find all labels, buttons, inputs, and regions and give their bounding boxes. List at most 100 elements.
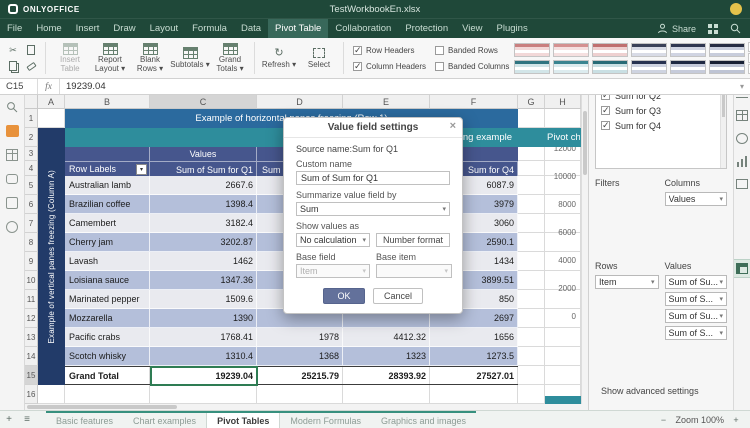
q4-value-cell[interactable]: 1273.5 (430, 347, 518, 366)
row-header[interactable]: 13 (25, 328, 38, 347)
zoom-in-button[interactable]: + (730, 415, 742, 425)
pivot-style-thumbnail[interactable] (592, 60, 628, 74)
copy-style-button[interactable] (24, 60, 38, 73)
row-header[interactable]: 16 (25, 385, 38, 404)
grand-total-q4-cell[interactable]: 27527.01 (430, 367, 518, 384)
support-button[interactable] (6, 220, 19, 233)
user-avatar[interactable] (730, 3, 742, 15)
blank-rows-button[interactable]: Blank Rows ▾ (130, 39, 170, 77)
pivot-values-header-cell[interactable]: Values (150, 147, 257, 161)
pivot-chart-fragment[interactable] (545, 396, 581, 404)
ribbon-tab[interactable]: Draw (106, 19, 142, 38)
select-button[interactable]: Select (299, 39, 339, 77)
values-field-chip[interactable]: Sum of Su... ▾ (665, 309, 728, 323)
subtotals-button[interactable]: Subtotals ▾ (170, 39, 210, 77)
pivot-option-checkbox[interactable]: Banded Columns (435, 60, 509, 73)
row-header[interactable]: 2 (25, 128, 38, 147)
ok-button[interactable]: OK (323, 288, 365, 304)
row-header[interactable]: 15 (25, 366, 38, 385)
row-header[interactable]: 8 (25, 233, 38, 252)
ribbon-tab[interactable]: Pivot Table (268, 19, 328, 38)
pivot-style-thumbnail[interactable] (709, 60, 745, 74)
column-header[interactable]: A (38, 95, 65, 109)
pivot-option-checkbox[interactable]: Column Headers (353, 60, 426, 73)
pivot-style-thumbnail[interactable] (670, 60, 706, 74)
column-header[interactable]: B (65, 95, 150, 109)
pivot-style-thumbnail[interactable] (553, 60, 589, 74)
summarize-by-select[interactable]: Sum ▾ (296, 202, 450, 216)
close-icon[interactable]: × (450, 121, 456, 132)
vertical-scrollbar[interactable] (581, 95, 588, 404)
pivot-style-thumbnail[interactable] (631, 60, 667, 74)
custom-name-input[interactable] (296, 171, 450, 185)
row-header[interactable]: 7 (25, 214, 38, 233)
row-label-cell[interactable]: Camembert (65, 214, 150, 233)
pivot-option-checkbox[interactable]: Banded Rows (435, 44, 509, 57)
q3-value-cell[interactable]: 4412.32 (343, 328, 430, 347)
row-header[interactable]: 4 (25, 161, 38, 176)
grand-total-q2-cell[interactable]: 25215.79 (257, 367, 343, 384)
columns-field-chip[interactable]: Values ▾ (665, 192, 728, 206)
pivot-style-thumbnail[interactable] (709, 43, 745, 57)
sheet-tab[interactable]: Chart examples (123, 413, 206, 428)
image-settings-icon[interactable] (736, 179, 748, 189)
vertical-scrollbar-thumb[interactable] (583, 111, 587, 175)
apps-grid-icon[interactable] (708, 24, 718, 34)
row-labels-header-cell[interactable]: Row Labels ▾ (65, 162, 150, 176)
ribbon-tab[interactable]: Layout (143, 19, 186, 38)
insert-function-button[interactable]: fx (38, 79, 60, 94)
ribbon-tab[interactable]: View (455, 19, 489, 38)
q1-value-cell[interactable]: 3182.4 (150, 214, 257, 233)
ribbon-tab[interactable]: Formula (185, 19, 234, 38)
row-label-cell[interactable]: Loisiana sauce (65, 271, 150, 290)
shape-settings-icon[interactable] (736, 133, 748, 144)
ribbon-tab[interactable]: Collaboration (328, 19, 398, 38)
chat-button[interactable] (6, 172, 19, 185)
sheet-tab[interactable]: Modern Formulas (280, 413, 371, 428)
zoom-out-button[interactable]: − (657, 415, 669, 425)
column-header[interactable]: E (343, 95, 430, 109)
add-sheet-button[interactable]: + (0, 411, 18, 428)
ribbon-tab[interactable]: Data (234, 19, 268, 38)
merged-cell-banner-colA[interactable]: Example of vertical panes freezing (Colu… (38, 128, 65, 385)
column-header[interactable]: D (257, 95, 343, 109)
values-field-chip[interactable]: Sum of S... ▾ (665, 292, 728, 306)
grand-total-q1-cell[interactable]: 19239.04 (150, 367, 257, 384)
pivot-style-thumbnail[interactable] (631, 43, 667, 57)
copy-button[interactable] (6, 60, 20, 73)
sheet-list-button[interactable]: ≡ (18, 411, 36, 428)
column-header[interactable]: F (430, 95, 518, 109)
values-field-chip[interactable]: Sum of S... ▾ (665, 326, 728, 340)
q4-value-cell[interactable]: 1656 (430, 328, 518, 347)
q2-value-cell[interactable]: 1368 (257, 347, 343, 366)
chart-settings-icon[interactable] (736, 156, 748, 167)
ribbon-tab[interactable]: Protection (398, 19, 455, 38)
sheet-tab[interactable]: Pivot Tables (206, 413, 280, 428)
report-layout-button[interactable]: Report Layout ▾ (90, 39, 130, 77)
pivot-column-header-cell[interactable]: Sum of Sum for Q1 (150, 162, 257, 177)
ribbon-tab[interactable]: Plugins (490, 19, 535, 38)
pivot-field-checkbox[interactable]: Sum for Q4 (596, 118, 726, 133)
row-header[interactable]: 11 (25, 290, 38, 309)
column-header[interactable]: G (518, 95, 545, 109)
field-list-scrollbar[interactable] (720, 86, 726, 168)
row-label-cell[interactable]: Cherry jam (65, 233, 150, 252)
plugins-button[interactable] (6, 196, 19, 209)
pivot-style-thumbnail[interactable] (514, 43, 550, 57)
column-header[interactable]: C (150, 95, 257, 109)
row-header[interactable]: 12 (25, 309, 38, 328)
refresh-button[interactable]: ↻ Refresh ▾ (259, 39, 299, 77)
cut-button[interactable]: ✂ (6, 44, 20, 57)
q1-value-cell[interactable]: 1398.4 (150, 195, 257, 214)
pivot-style-thumbnail[interactable] (514, 60, 550, 74)
row-labels-filter-button[interactable]: ▾ (136, 164, 147, 175)
rows-field-chip[interactable]: Item ▾ (595, 275, 659, 289)
q1-value-cell[interactable]: 1768.41 (150, 328, 257, 347)
grand-total-label-cell[interactable]: Grand Total (65, 367, 150, 384)
row-label-cell[interactable]: Pacific crabs (65, 328, 150, 347)
values-field-chip[interactable]: Sum of Su... ▾ (665, 275, 728, 289)
pivot-field-checkbox[interactable]: Sum for Q3 (596, 103, 726, 118)
row-header[interactable]: 9 (25, 252, 38, 271)
row-label-cell[interactable]: Australian lamb (65, 176, 150, 195)
table-settings-icon[interactable] (736, 110, 748, 121)
